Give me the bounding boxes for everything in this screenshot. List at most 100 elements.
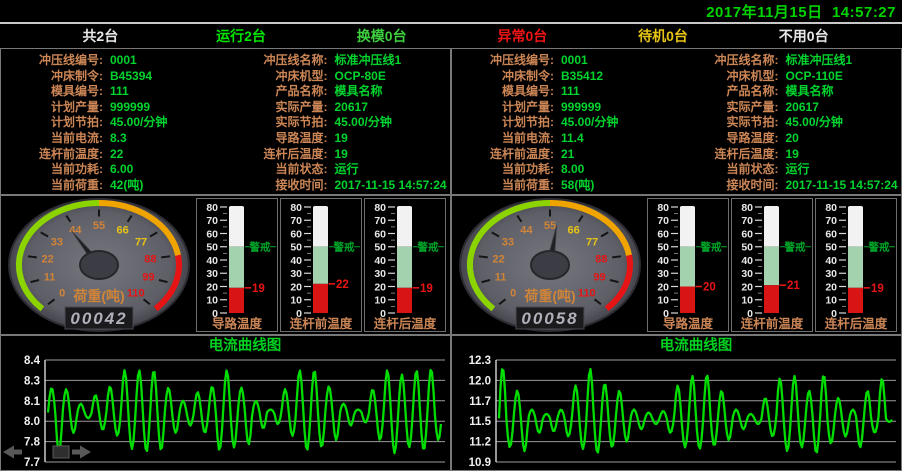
info-value: 22: [110, 147, 123, 163]
thermo-tick-label: 30: [374, 268, 386, 280]
info-label: 连杆前温度:: [452, 147, 554, 163]
thermo-tick-label: 70: [206, 215, 218, 227]
info-label: 当前荷重:: [1, 178, 103, 194]
info-row: 连杆前温度:21: [452, 147, 677, 163]
thermo-segment-normal: [397, 247, 412, 288]
info-label: 当前荷重:: [452, 178, 554, 194]
info-label: 计划产量:: [1, 100, 103, 116]
info-label: 实际节拍:: [677, 115, 779, 131]
thermo-tick-label: 50: [206, 242, 218, 254]
thermo-tick-label: 30: [657, 268, 669, 280]
thermo-tick-label: 30: [206, 268, 218, 280]
load-gauge: 0112233445566778899110荷重(吨)00058: [454, 197, 646, 333]
thermo-tick-label: 60: [741, 228, 753, 240]
scroll-left-icon[interactable]: [3, 446, 22, 459]
info-value: 19: [335, 131, 348, 147]
info-row: 冲床制令:B35412: [452, 69, 677, 85]
info-row: 实际产量:20617: [226, 100, 451, 116]
info-row: 实际节拍: 45.00/分钟: [677, 115, 902, 131]
info-value: 0001: [110, 53, 137, 69]
thermo-tick-label: 50: [657, 242, 669, 254]
info-value: 11.4: [561, 131, 584, 147]
thermo-value: 22: [336, 279, 349, 291]
info-row: 连杆后温度:19: [677, 147, 902, 163]
thermo-tick-label: 80: [741, 202, 753, 214]
scroll-right-icon[interactable]: [72, 446, 91, 459]
thermo-tick-label: 20: [374, 281, 386, 293]
info-row: 冲压线编号:0001: [1, 53, 226, 69]
info-label: 连杆后温度:: [677, 147, 779, 163]
info-value: 45.00/分钟: [786, 115, 843, 131]
thermometer-guide-temp: 01020304050607080警戒19导路温度: [196, 198, 278, 332]
status-abnormal[interactable]: 异常0台: [452, 26, 593, 46]
thermo-tick-label: 70: [374, 215, 386, 227]
thermo-tick-label: 80: [206, 202, 218, 214]
status-total[interactable]: 共2台: [30, 26, 171, 46]
thermo-tick-label: 20: [290, 281, 302, 293]
info-label: 导路温度:: [226, 131, 328, 147]
thermo-tick-label: 40: [290, 255, 302, 267]
info-label: 冲压线编号:: [452, 53, 554, 69]
info-row: 冲床机型:OCP-110E: [677, 69, 902, 85]
info-row: 计划产量:999999: [452, 100, 677, 116]
thermo-segment-value: [848, 288, 863, 313]
gauge-tick-label: 77: [135, 236, 147, 248]
thermo-tick-label: 70: [741, 215, 753, 227]
info-value: 45.00/分钟: [110, 115, 167, 131]
info-value: 模具名称: [335, 84, 383, 100]
odometer-value: 00058: [521, 309, 578, 328]
info-row: 导路温度:20: [677, 131, 902, 147]
info-label: 当前功耗:: [1, 162, 103, 178]
status-unused[interactable]: 不用0台: [733, 26, 874, 46]
gauge-tick-label: 44: [69, 224, 82, 236]
info-row: 当前荷重:42(吨): [1, 178, 226, 194]
status-running[interactable]: 运行2台: [171, 26, 312, 46]
thermo-label: 连杆后温度: [825, 316, 888, 331]
thermo-tick-label: 10: [825, 295, 837, 307]
info-value: 999999: [110, 100, 150, 116]
status-bar: 共2台 运行2台 换模0台 异常0台 待机0台 不用0台: [0, 24, 902, 48]
info-label: 连杆前温度:: [1, 147, 103, 163]
info-label: 当前电流:: [452, 131, 554, 147]
thermometer-svg: 01020304050607080警戒19导路温度: [197, 199, 277, 331]
thermo-segment-value: [313, 284, 328, 313]
info-label: 产品名称:: [226, 84, 328, 100]
info-value: 8.00: [561, 162, 584, 178]
thermo-warn-label: 警戒: [700, 241, 722, 254]
gauge-tick-label: 66: [567, 224, 579, 236]
info-row: 冲床机型:OCP-80E: [226, 69, 451, 85]
thermo-segment-normal: [848, 247, 863, 288]
y-axis-label: 11.2: [469, 437, 491, 449]
info-label: 当前功耗:: [452, 162, 554, 178]
chart-svg: 电流曲线图8.48.38.18.07.87.7: [1, 336, 450, 470]
thermometer-svg: 01020304050607080警戒22连杆前温度: [281, 199, 361, 331]
thermo-tick-label: 10: [206, 295, 218, 307]
meter-section-machine-1: 0112233445566778899110荷重(吨)00042 0102030…: [0, 195, 451, 335]
info-value: 2017-11-15 14:57:24: [335, 178, 447, 194]
y-axis-label: 10.9: [469, 457, 491, 469]
info-label: 冲压线名称:: [226, 53, 328, 69]
gauge-tick-label: 33: [51, 236, 63, 248]
thermo-label: 连杆前温度: [290, 316, 353, 331]
info-label: 连杆后温度:: [226, 147, 328, 163]
info-value: 8.3: [110, 131, 127, 147]
info-value: 45.00/分钟: [335, 115, 392, 131]
gauge-tick-label: 22: [42, 253, 54, 265]
info-label: 接收时间:: [226, 178, 328, 194]
thermo-value: 19: [871, 283, 884, 295]
info-label: 实际产量:: [226, 100, 328, 116]
thermo-warn-label: 警戒: [333, 241, 355, 254]
gauge-tick-label: 0: [510, 287, 516, 299]
thermo-tick-label: 40: [741, 255, 753, 267]
info-row: 当前状态:运行: [226, 162, 451, 178]
thermometer-svg: 01020304050607080警戒19连杆后温度: [365, 199, 445, 331]
info-label: 接收时间:: [677, 178, 779, 194]
thermo-segment-empty: [764, 207, 779, 247]
scroll-thumb[interactable]: [53, 446, 69, 458]
info-row: 当前状态:运行: [677, 162, 902, 178]
topbar: 2017年11月15日 14:57:27: [0, 0, 902, 22]
thermo-tick-label: 20: [206, 281, 218, 293]
status-mold-change[interactable]: 换模0台: [311, 26, 452, 46]
info-label: 计划产量:: [452, 100, 554, 116]
status-standby[interactable]: 待机0台: [593, 26, 734, 46]
